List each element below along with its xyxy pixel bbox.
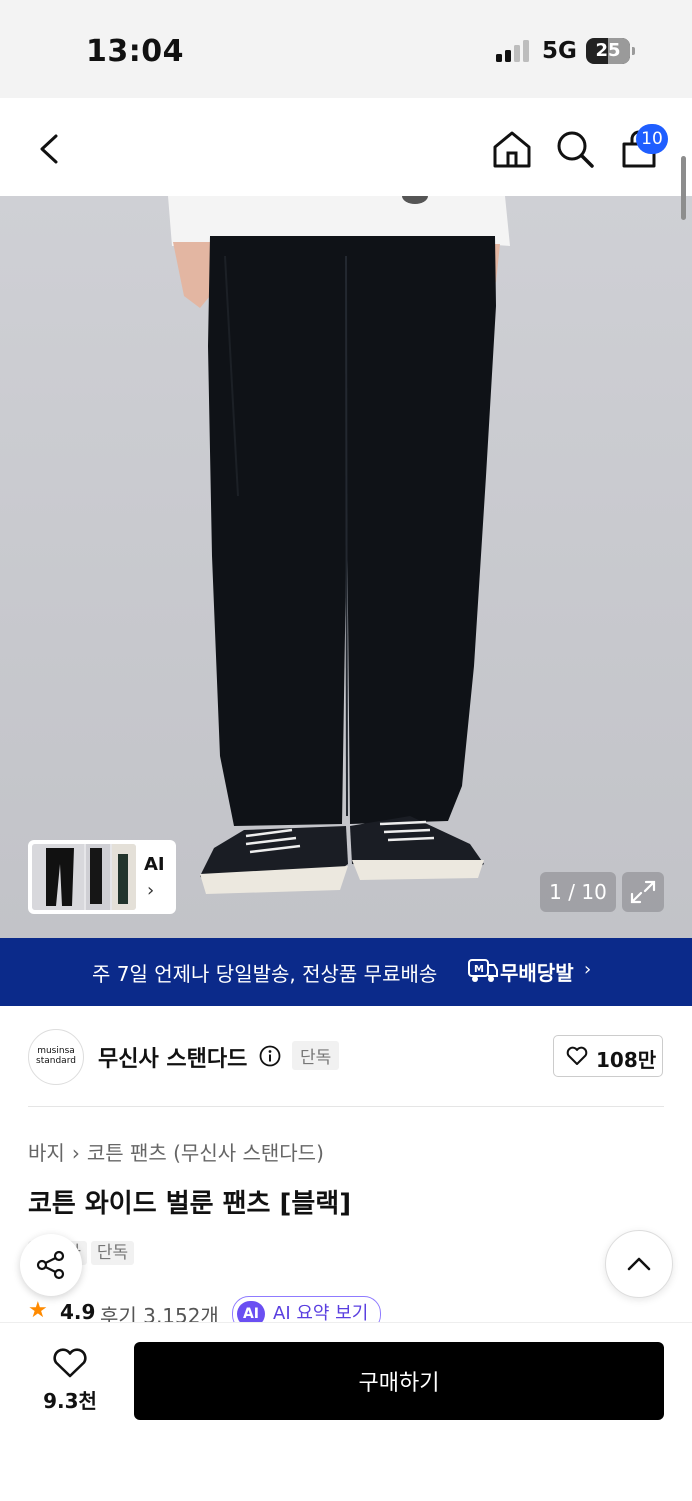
- heart-icon: [53, 1348, 87, 1378]
- breadcrumb-item[interactable]: 바지: [28, 1141, 65, 1165]
- banner-brand: 무배당발: [500, 961, 574, 985]
- battery-icon: 25: [586, 38, 630, 64]
- thumbnail-photo: [32, 844, 136, 910]
- ai-summary-label: AI 요약 보기: [273, 1303, 369, 1322]
- rating-row: ★ 4.9 후기 3,152개 AI AI 요약 보기: [28, 1296, 668, 1322]
- ai-thumbnail-card[interactable]: AI ›: [28, 840, 176, 914]
- status-bar: 13:04 5G 25: [0, 0, 692, 98]
- battery-level: 25: [595, 40, 621, 61]
- exclusive-badge: 단독: [292, 1041, 340, 1070]
- delivery-banner[interactable]: 주 7일 언제나 당일발송, 전상품 무료배송 M 무배당발 ›: [0, 938, 692, 1006]
- ai-badge: AI: [237, 1301, 265, 1322]
- star-icon: ★: [28, 1298, 48, 1322]
- signal-icon: [496, 40, 534, 62]
- banner-text: 주 7일 언제나 당일발송, 전상품 무료배송: [92, 962, 438, 986]
- chevron-right-icon: ›: [584, 959, 592, 980]
- brand-name[interactable]: 무신사 스탠다드: [98, 1041, 247, 1073]
- breadcrumb: 바지 › 코튼 팬츠 (무신사 스탠다드): [28, 1137, 324, 1166]
- product-tag: 단독: [90, 1241, 135, 1265]
- brand-logo-line1: musinsa: [37, 1046, 75, 1056]
- home-icon[interactable]: [491, 128, 533, 170]
- search-icon[interactable]: [554, 128, 596, 170]
- top-nav: [0, 98, 692, 196]
- share-icon: [36, 1250, 65, 1280]
- brand-logo-line2: standard: [36, 1056, 76, 1066]
- scroll-top-button[interactable]: [605, 1230, 673, 1298]
- brand-logo[interactable]: musinsa standard: [28, 1029, 84, 1085]
- brand-like-count: 108만: [596, 1048, 657, 1072]
- ai-summary-button[interactable]: AI AI 요약 보기: [232, 1296, 382, 1322]
- product-photo: [168, 196, 510, 894]
- heart-icon: [566, 1046, 588, 1065]
- buy-button[interactable]: 구매하기: [134, 1342, 664, 1420]
- status-time: 13:04: [86, 34, 184, 69]
- image-counter: 1 / 10: [540, 872, 616, 912]
- chevron-right-icon: ›: [71, 1141, 80, 1165]
- ai-label: AI: [144, 854, 165, 875]
- breadcrumb-item[interactable]: 코튼 팬츠 (무신사 스탠다드): [87, 1141, 324, 1165]
- product-image[interactable]: [0, 196, 692, 938]
- rating-score: 4.9: [60, 1300, 96, 1322]
- chevron-left-icon[interactable]: [30, 128, 72, 170]
- divider: [28, 1106, 664, 1107]
- product-title: 코튼 와이드 벌룬 팬츠 [블랙]: [28, 1189, 352, 1219]
- thumbnail-images: [32, 844, 136, 910]
- review-count[interactable]: 후기 3,152개: [100, 1300, 219, 1322]
- info-icon[interactable]: [259, 1045, 281, 1067]
- chevron-up-icon: [627, 1257, 651, 1271]
- share-button[interactable]: [20, 1234, 82, 1296]
- expand-button[interactable]: [622, 872, 664, 912]
- expand-icon: [630, 880, 656, 904]
- chevron-right-icon: ›: [147, 880, 155, 901]
- wishlist-count: 9.3천: [43, 1389, 97, 1413]
- wishlist-button[interactable]: 9.3천: [38, 1347, 102, 1414]
- scrollbar[interactable]: [681, 156, 686, 220]
- svg-text:M: M: [474, 964, 484, 975]
- battery-cap: [632, 47, 635, 55]
- bottom-action-bar: 9.3천 구매하기: [0, 1322, 692, 1501]
- delivery-truck-icon: M: [468, 959, 498, 982]
- cart-badge: 10: [636, 124, 668, 154]
- brand-like-button[interactable]: 108만: [553, 1035, 663, 1077]
- network-label: 5G: [542, 38, 577, 64]
